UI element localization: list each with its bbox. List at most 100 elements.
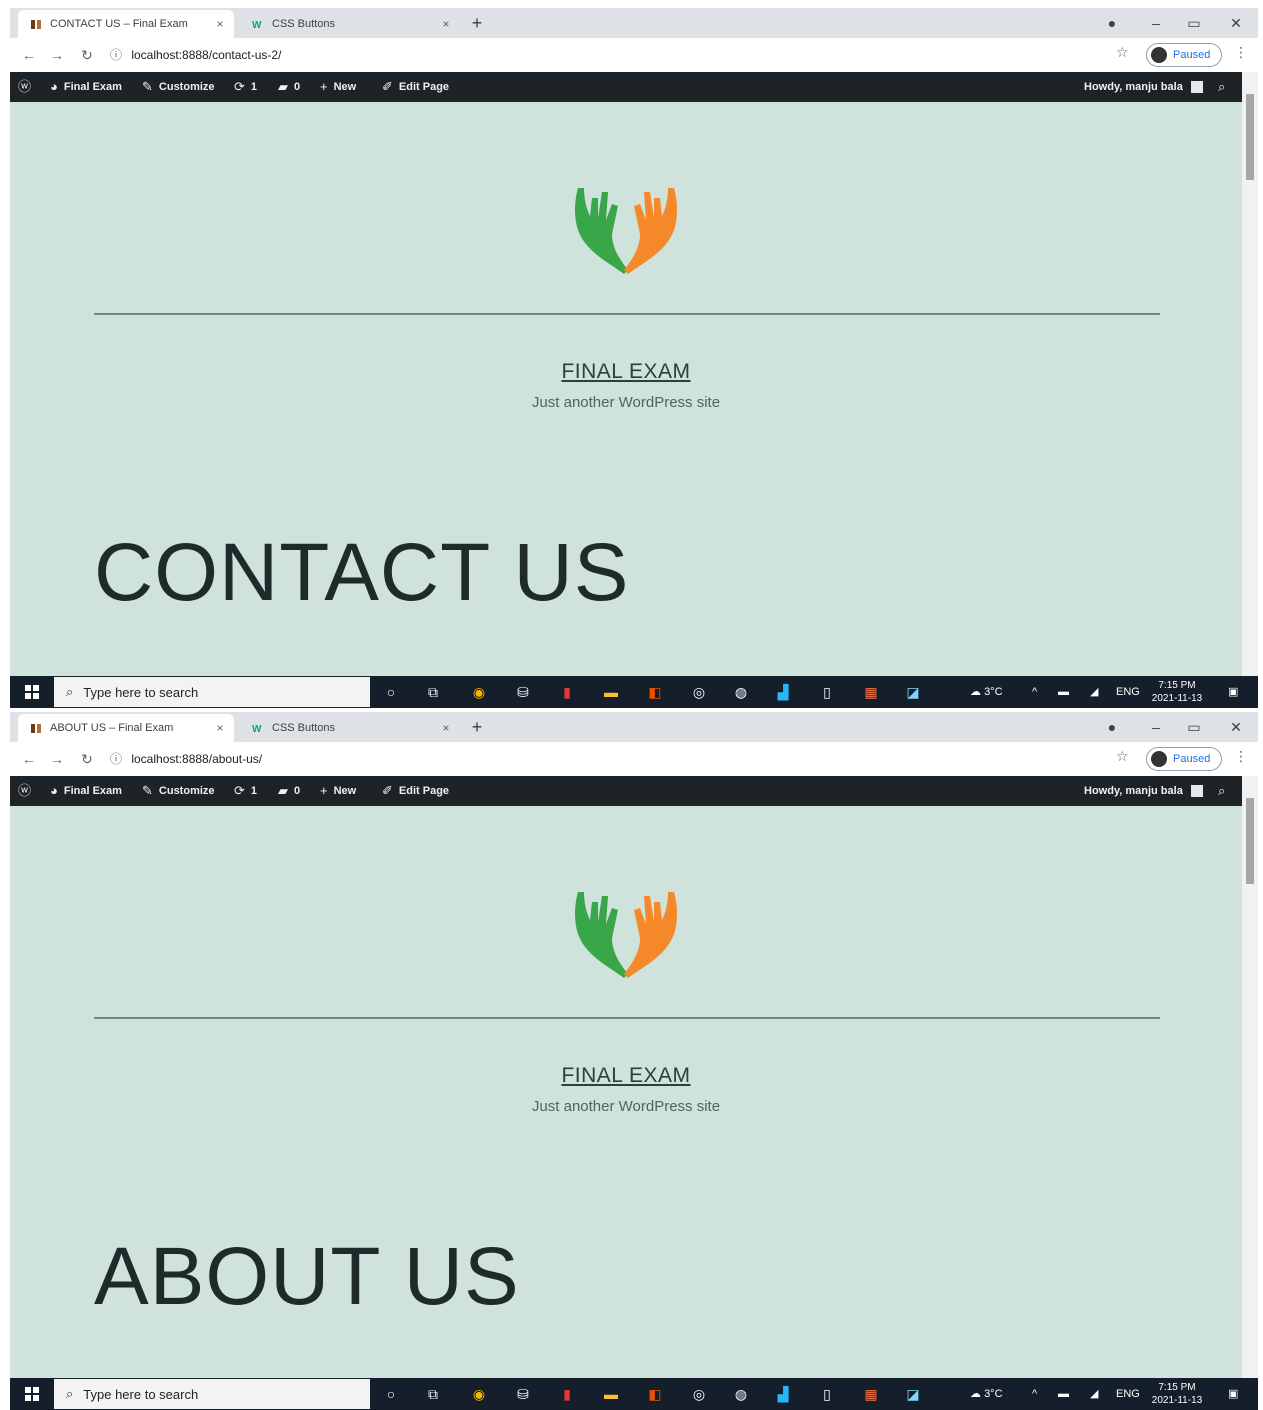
profile-button[interactable]: Paused — [1146, 747, 1222, 771]
minimize-icon[interactable]: – — [1144, 12, 1168, 34]
profile-button[interactable]: Paused — [1146, 43, 1222, 67]
network-icon[interactable]: ▬ — [1058, 676, 1069, 708]
site-info-icon[interactable]: ⓘ — [110, 43, 128, 67]
weather-widget[interactable]: ☁ 3°C — [970, 676, 1003, 708]
app-round-icon[interactable]: ◎ — [688, 1383, 710, 1405]
restore-icon[interactable]: ▭ — [1182, 12, 1206, 34]
tab-close-icon[interactable]: × — [212, 721, 228, 735]
admin-site-link[interactable]: ◕ Final Exam — [50, 776, 122, 806]
record-icon[interactable]: ● — [1100, 716, 1124, 738]
search-icon[interactable]: ⌕ — [1218, 776, 1231, 806]
forward-icon[interactable]: → — [46, 44, 68, 66]
tab-contact-us[interactable]: CONTACT US – Final Exam × — [18, 10, 234, 38]
admin-howdy-link[interactable]: Howdy, manju bala — [1084, 72, 1203, 102]
search-icon[interactable]: ⌕ — [1218, 72, 1231, 102]
site-info-icon[interactable]: ⓘ — [110, 747, 128, 771]
tab-close-icon[interactable]: × — [438, 721, 454, 735]
admin-updates-link[interactable]: ⟳ 1 — [234, 72, 257, 102]
hands-logo-icon[interactable] — [568, 178, 684, 278]
cortana-icon[interactable]: ○ — [380, 681, 402, 703]
admin-comments-link[interactable]: ▰ 0 — [278, 72, 300, 102]
site-title-link[interactable]: FINAL EXAM — [10, 360, 1242, 384]
scrollbar-thumb[interactable] — [1246, 798, 1254, 884]
admin-customize-link[interactable]: ✎ Customize — [142, 776, 215, 806]
store-icon[interactable]: ⛁ — [512, 681, 534, 703]
tab-css-buttons[interactable]: W CSS Buttons × — [240, 10, 460, 38]
app-globe-icon[interactable]: ◍ — [730, 1383, 752, 1405]
admin-updates-link[interactable]: ⟳ 1 — [234, 776, 257, 806]
page-scrollbar[interactable] — [1242, 776, 1258, 1380]
chrome-icon[interactable]: ◉ — [468, 681, 490, 703]
tab-close-icon[interactable]: × — [438, 17, 454, 31]
file-explorer-icon[interactable]: ▬ — [600, 681, 622, 703]
volume-icon[interactable]: ◢ — [1090, 676, 1098, 708]
taskbar-search-input[interactable]: ⌕ Type here to search — [54, 677, 370, 707]
reload-icon[interactable]: ↻ — [76, 748, 98, 770]
app-grid-icon[interactable]: ▦ — [860, 1383, 882, 1405]
wordpress-icon[interactable]: ⓦ — [18, 776, 37, 806]
address-bar[interactable]: ⓘ localhost:8888/about-us/ — [110, 747, 1110, 771]
cortana-icon[interactable]: ○ — [380, 1383, 402, 1405]
task-view-icon[interactable]: ⧉ — [422, 1383, 444, 1405]
volume-icon[interactable]: ◢ — [1090, 1378, 1098, 1410]
admin-new-link[interactable]: + New — [320, 776, 356, 806]
forward-icon[interactable]: → — [46, 748, 68, 770]
language-indicator[interactable]: ENG — [1116, 676, 1140, 708]
notifications-icon[interactable]: ▣ — [1228, 1378, 1238, 1410]
close-window-icon[interactable]: ✕ — [1224, 716, 1248, 738]
app-note-icon[interactable]: ◪ — [902, 1383, 924, 1405]
language-indicator[interactable]: ENG — [1116, 1378, 1140, 1410]
admin-edit-page-link[interactable]: ✐ Edit Page — [382, 776, 449, 806]
admin-comments-link[interactable]: ▰ 0 — [278, 776, 300, 806]
notepad-icon[interactable]: ▯ — [816, 681, 838, 703]
admin-howdy-link[interactable]: Howdy, manju bala — [1084, 776, 1203, 806]
task-view-icon[interactable]: ⧉ — [422, 681, 444, 703]
taskbar-search-input[interactable]: ⌕ Type here to search — [54, 1379, 370, 1409]
weather-widget[interactable]: ☁ 3°C — [970, 1378, 1003, 1410]
taskbar-clock[interactable]: 7:15 PM 2021-11-13 — [1150, 679, 1204, 705]
tab-css-buttons[interactable]: W CSS Buttons × — [240, 714, 460, 742]
bookmark-star-icon[interactable]: ☆ — [1116, 44, 1129, 61]
app-grid-icon[interactable]: ▦ — [860, 681, 882, 703]
minimize-icon[interactable]: – — [1144, 716, 1168, 738]
notepad-icon[interactable]: ▯ — [816, 1383, 838, 1405]
app-round-icon[interactable]: ◎ — [688, 681, 710, 703]
record-icon[interactable]: ● — [1100, 12, 1124, 34]
taskbar-clock[interactable]: 7:15 PM 2021-11-13 — [1150, 1381, 1204, 1407]
new-tab-button[interactable]: + — [466, 12, 488, 34]
file-explorer-icon[interactable]: ▬ — [600, 1383, 622, 1405]
admin-edit-page-link[interactable]: ✐ Edit Page — [382, 72, 449, 102]
app-red-icon[interactable]: ▮ — [556, 681, 578, 703]
back-icon[interactable]: ← — [18, 44, 40, 66]
restore-icon[interactable]: ▭ — [1182, 716, 1206, 738]
notifications-icon[interactable]: ▣ — [1228, 676, 1238, 708]
scrollbar-thumb[interactable] — [1246, 94, 1254, 180]
menu-kebab-icon[interactable]: ⋮ — [1234, 748, 1248, 765]
address-bar[interactable]: ⓘ localhost:8888/contact-us-2/ — [110, 43, 1110, 67]
hands-logo-icon[interactable] — [568, 882, 684, 982]
wordpress-icon[interactable]: ⓦ — [18, 72, 37, 102]
tray-chevron-icon[interactable]: ^ — [1032, 676, 1037, 708]
admin-site-link[interactable]: ◕ Final Exam — [50, 72, 122, 102]
page-scrollbar[interactable] — [1242, 72, 1258, 676]
back-icon[interactable]: ← — [18, 748, 40, 770]
admin-customize-link[interactable]: ✎ Customize — [142, 72, 215, 102]
start-button[interactable] — [10, 676, 54, 708]
app-blue-icon[interactable]: ▟ — [772, 1383, 794, 1405]
menu-kebab-icon[interactable]: ⋮ — [1234, 44, 1248, 61]
start-button[interactable] — [10, 1378, 54, 1410]
reload-icon[interactable]: ↻ — [76, 44, 98, 66]
tab-about-us[interactable]: ABOUT US – Final Exam × — [18, 714, 234, 742]
app-note-icon[interactable]: ◪ — [902, 681, 924, 703]
store-icon[interactable]: ⛁ — [512, 1383, 534, 1405]
chrome-icon[interactable]: ◉ — [468, 1383, 490, 1405]
tray-chevron-icon[interactable]: ^ — [1032, 1378, 1037, 1410]
office-icon[interactable]: ◧ — [644, 681, 666, 703]
office-icon[interactable]: ◧ — [644, 1383, 666, 1405]
close-window-icon[interactable]: ✕ — [1224, 12, 1248, 34]
network-icon[interactable]: ▬ — [1058, 1378, 1069, 1410]
app-red-icon[interactable]: ▮ — [556, 1383, 578, 1405]
site-title-link[interactable]: FINAL EXAM — [10, 1064, 1242, 1088]
app-blue-icon[interactable]: ▟ — [772, 681, 794, 703]
bookmark-star-icon[interactable]: ☆ — [1116, 748, 1129, 765]
